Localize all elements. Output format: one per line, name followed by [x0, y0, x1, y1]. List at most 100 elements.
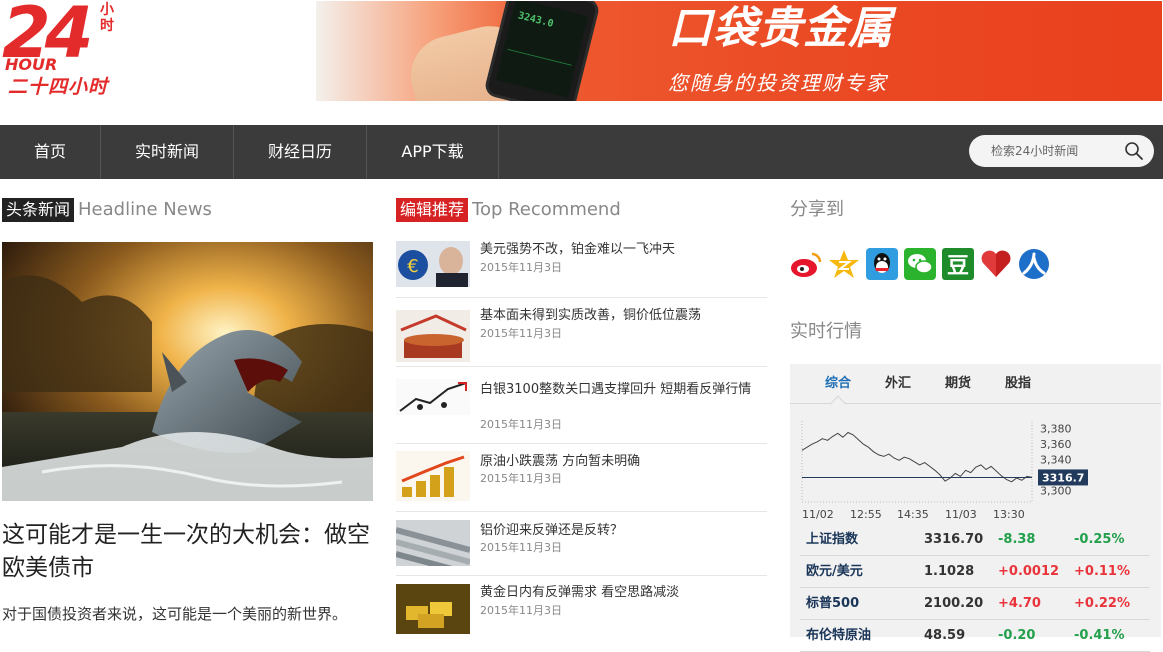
- nav-calendar[interactable]: 财经日历: [234, 125, 367, 179]
- chart-frame: [801, 421, 1033, 503]
- ad-banner[interactable]: 3243.0 口袋贵金属 您随身的投资理财专家: [316, 1, 1162, 101]
- market-name: 布伦特原油: [800, 619, 924, 652]
- nav-home[interactable]: 首页: [0, 125, 101, 179]
- market-chart: 3,380 3,360 3,340 3,3003316.7 11/02 12:55 14:3…: [801, 421, 1088, 521]
- news-title[interactable]: 基本面未得到实质改善，铜价低位震荡: [480, 307, 767, 325]
- market-change: +4.70: [998, 587, 1074, 620]
- weibo-icon[interactable]: [790, 248, 822, 280]
- y-tick-label: 3,340: [1040, 454, 1072, 467]
- logo-hour: HOUR: [5, 55, 58, 74]
- nav-app-download[interactable]: APP下载: [367, 125, 499, 179]
- news-date: 2015年11月3日: [480, 541, 562, 554]
- news-title[interactable]: 白银3100整数关口遇支撑回升 短期看反弹行情: [480, 381, 767, 399]
- headline-section-header: 头条新闻 Headline News: [2, 198, 212, 222]
- phone-price: 3243.0: [516, 10, 555, 30]
- phone-graphic: 3243.0: [483, 1, 601, 101]
- market-row[interactable]: 标普500 2100.20 +4.70 +0.22%: [800, 587, 1150, 620]
- qq-icon[interactable]: [866, 248, 898, 280]
- renren-icon[interactable]: [1018, 248, 1050, 280]
- banner-title: 口袋贵金属: [668, 3, 893, 54]
- news-thumbnail: €: [396, 241, 470, 287]
- tab-futures[interactable]: 期货: [945, 364, 971, 404]
- market-change: -8.38: [998, 524, 1074, 556]
- market-percent: -0.25%: [1074, 524, 1150, 556]
- search-input[interactable]: [991, 144, 1131, 158]
- headline-image[interactable]: [2, 242, 373, 501]
- market-name: 上证指数: [800, 524, 924, 556]
- recommend-badge: 编辑推荐: [396, 198, 469, 222]
- site-logo[interactable]: 24 小时 HOUR 二十四小时: [2, 0, 132, 100]
- y-tick-label: 3,360: [1040, 438, 1072, 451]
- market-percent: +0.11%: [1074, 555, 1150, 588]
- news-date: 2015年11月3日: [480, 418, 562, 431]
- market-percent: -0.41%: [1074, 619, 1150, 652]
- x-tick-label: 11/02: [802, 508, 834, 521]
- x-tick-label: 12:55: [850, 508, 882, 521]
- y-tick-label: 3,380: [1040, 423, 1072, 436]
- list-item[interactable]: 基本面未得到实质改善，铜价低位震荡 2015年11月3日: [396, 305, 767, 367]
- wechat-icon[interactable]: [904, 248, 936, 280]
- news-date: 2015年11月3日: [480, 472, 562, 485]
- x-tick-label: 13:30: [993, 508, 1025, 521]
- y-tick-label: 3,300: [1040, 484, 1072, 497]
- market-value: 2100.20: [924, 587, 998, 620]
- logo-small-text: 小时: [100, 2, 114, 34]
- heart-icon[interactable]: [980, 248, 1012, 280]
- market-change: +0.0012: [998, 555, 1074, 588]
- news-title[interactable]: 美元强势不改，铂金难以一飞冲天: [480, 241, 767, 259]
- news-thumbnail: [396, 379, 470, 415]
- recommend-section-header: 编辑推荐 Top Recommend: [396, 198, 621, 222]
- market-table: 上证指数 3316.70 -8.38 -0.25% 欧元/美元 1.1028 +0.0012…: [800, 524, 1150, 652]
- main-nav: 首页 实时新闻 财经日历 APP下载: [0, 125, 1163, 179]
- market-label: 实时行情: [790, 321, 862, 342]
- market-percent: +0.22%: [1074, 587, 1150, 620]
- list-item[interactable]: 铝价迎来反弹还是反转？ 2015年11月3日: [396, 520, 767, 576]
- share-label: 分享到: [790, 199, 844, 220]
- list-item[interactable]: 原油小跌震荡 方向暂未明确 2015年11月3日: [396, 451, 767, 512]
- x-tick-label: 14:35: [897, 508, 929, 521]
- market-name: 欧元/美元: [800, 555, 924, 588]
- qzone-icon[interactable]: [828, 248, 860, 280]
- current-value-label: 3316.7: [1042, 471, 1084, 484]
- market-change: -0.20: [998, 619, 1074, 652]
- x-tick-label: 11/03: [945, 508, 977, 521]
- list-item[interactable]: € 美元强势不改，铂金难以一飞冲天 2015年11月3日: [396, 241, 767, 298]
- search-box: [969, 135, 1154, 167]
- news-thumbnail: [396, 451, 470, 501]
- search-icon[interactable]: [1124, 141, 1144, 161]
- headline-en-label: Headline News: [78, 199, 212, 220]
- market-name: 标普500: [800, 587, 924, 620]
- svg-text:豆: 豆: [947, 254, 969, 279]
- news-thumbnail: [396, 310, 470, 362]
- svg-text:€: €: [407, 256, 418, 277]
- market-row[interactable]: 欧元/美元 1.1028 +0.0012 +0.11%: [800, 555, 1150, 588]
- headline-badge: 头条新闻: [2, 198, 75, 222]
- recommend-en-label: Top Recommend: [472, 199, 621, 220]
- banner-subtitle: 您随身的投资理财专家: [668, 71, 888, 95]
- news-title[interactable]: 原油小跌震荡 方向暂未明确: [480, 453, 767, 471]
- market-row[interactable]: 上证指数 3316.70 -8.38 -0.25%: [800, 524, 1150, 556]
- tab-forex[interactable]: 外汇: [885, 364, 911, 404]
- news-title[interactable]: 黄金日内有反弹需求 看空思路减淡: [480, 584, 767, 602]
- headline-summary: 对于国债投资者来说，这可能是一个美丽的新世界。: [2, 605, 348, 623]
- market-row[interactable]: 布伦特原油 48.59 -0.20 -0.41%: [800, 619, 1150, 652]
- news-date: 2015年11月3日: [480, 261, 562, 274]
- nav-realtime-news[interactable]: 实时新闻: [101, 125, 234, 179]
- douban-icon[interactable]: 豆: [942, 248, 974, 280]
- market-value: 1.1028: [924, 555, 998, 588]
- tab-index[interactable]: 股指: [1005, 364, 1031, 404]
- market-panel: 综合 外汇 期货 股指 3,380 3,360 3,340 3,300 3316.7 11…: [790, 364, 1161, 652]
- news-date: 2015年11月3日: [480, 604, 562, 617]
- market-tabs: 综合 外汇 期货 股指: [790, 364, 1161, 413]
- headline-title[interactable]: 这可能才是一生一次的大机会：做空欧美债市: [2, 519, 374, 585]
- market-value: 48.59: [924, 619, 998, 652]
- list-item[interactable]: 白银3100整数关口遇支撑回升 短期看反弹行情 2015年11月3日: [396, 377, 767, 444]
- list-item[interactable]: 黄金日内有反弹需求 看空思路减淡 2015年11月3日: [396, 584, 767, 637]
- news-date: 2015年11月3日: [480, 327, 562, 340]
- chart-series-line: [801, 431, 1033, 483]
- market-value: 3316.70: [924, 524, 998, 556]
- news-thumbnail: [396, 520, 470, 566]
- news-title[interactable]: 铝价迎来反弹还是反转？: [480, 522, 767, 540]
- news-thumbnail: [396, 584, 470, 634]
- logo-chinese: 二十四小时: [8, 76, 109, 98]
